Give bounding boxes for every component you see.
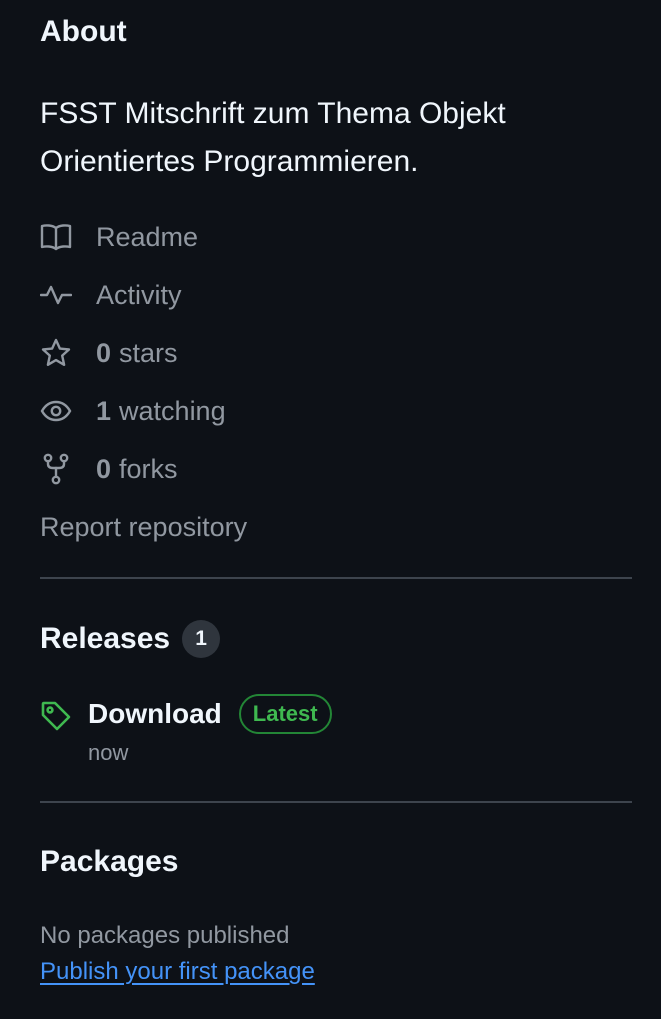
watching-label: watching [119,395,226,426]
watching-link[interactable]: 1 watching [40,391,226,431]
release-time: now [88,740,129,765]
release-item[interactable]: Download Latest now [40,692,332,766]
packages-heading[interactable]: Packages [40,844,178,880]
releases-heading[interactable]: Releases 1 [40,620,221,658]
tag-icon [40,700,72,732]
forks-count: 0 [96,453,112,484]
releases-title: Releases [40,622,171,655]
activity-link[interactable]: Activity [40,275,182,315]
packages-empty-text: No packages published [40,922,290,949]
section-divider [40,577,632,579]
about-heading: About [40,15,127,48]
watching-count: 1 [96,395,112,426]
publish-package-link[interactable]: Publish your first package [40,956,315,988]
release-details: Download Latest now [88,692,332,766]
fork-icon [40,453,72,485]
eye-icon [40,395,72,427]
releases-count-badge: 1 [182,620,221,658]
latest-badge: Latest [238,694,332,734]
star-icon [40,337,72,369]
book-icon [40,221,72,253]
readme-link[interactable]: Readme [40,217,198,257]
stars-label: stars [119,337,178,368]
stars-count: 0 [96,337,112,368]
release-name-link[interactable]: Download [88,698,222,730]
repo-description: FSST Mitschrift zum Thema Objekt Orienti… [40,97,506,178]
release-name-row: Download Latest [88,692,332,736]
report-repository-link[interactable]: Report repository [40,507,247,547]
stars-link[interactable]: 0 stars [40,333,178,373]
section-divider [40,801,632,803]
forks-label: forks [119,453,178,484]
pulse-icon [40,279,72,311]
forks-link[interactable]: 0 forks [40,449,178,489]
readme-label: Readme [96,221,199,252]
activity-label: Activity [96,279,182,310]
